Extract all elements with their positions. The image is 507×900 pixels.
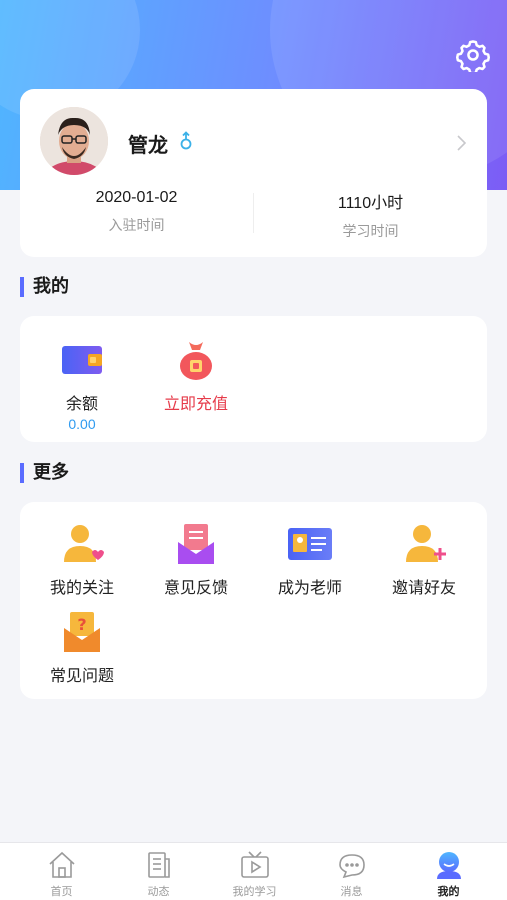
- avatar[interactable]: [40, 107, 108, 175]
- chevron-right-icon[interactable]: [454, 133, 468, 153]
- study-time-stat: 1110小时 学习时间: [254, 189, 487, 241]
- tab-home-label: 首页: [50, 885, 73, 898]
- male-gender-icon: [180, 131, 192, 150]
- tab-messages[interactable]: 消息: [301, 849, 402, 899]
- tab-feed-label: 动态: [147, 885, 170, 898]
- money-bag-icon: [180, 342, 212, 380]
- home-icon: [48, 851, 75, 878]
- recharge-label: 立即充值: [163, 394, 228, 413]
- more-card: 我的关注 意见反馈 成为老师 邀请好友 ? 常见问题: [20, 502, 487, 699]
- invite-friends-label: 邀请好友: [391, 578, 456, 597]
- balance-value: 0.00: [68, 416, 96, 432]
- tab-messages-label: 消息: [340, 885, 363, 898]
- chat-icon: [338, 854, 365, 879]
- join-date-stat: 2020-01-02 入驻时间: [20, 189, 253, 235]
- user-icon: [436, 852, 461, 879]
- invite-friends-tile[interactable]: 邀请好友: [366, 522, 482, 598]
- tv-play-icon: [240, 851, 269, 878]
- recharge-tile[interactable]: 立即充值: [138, 338, 254, 414]
- user-add-icon: [406, 525, 446, 562]
- document-icon: [147, 852, 170, 878]
- user-heart-icon: [64, 525, 104, 562]
- tab-mine-label: 我的: [437, 885, 460, 898]
- tab-mine[interactable]: 我的: [398, 849, 499, 899]
- section-title-more: 更多: [20, 463, 69, 483]
- mine-card: 余额 0.00 立即充值: [20, 316, 487, 442]
- faq-label: 常见问题: [49, 666, 114, 685]
- join-date-value: 2020-01-02: [95, 189, 178, 206]
- balance-tile[interactable]: 余额 0.00: [24, 338, 140, 432]
- id-card-icon: [288, 528, 332, 560]
- settings-gear-icon[interactable]: [456, 38, 490, 72]
- profile-card[interactable]: 管龙 2020-01-02 入驻时间 1110小时 学习时间: [20, 89, 487, 257]
- svg-text:?: ?: [77, 615, 86, 634]
- feedback-envelope-icon: [178, 524, 214, 564]
- bottom-tab-bar: 首页 动态 我的学习 消息 我的: [0, 842, 507, 900]
- wallet-icon: [62, 346, 102, 374]
- tab-home[interactable]: 首页: [11, 849, 112, 899]
- balance-label: 余额: [65, 394, 98, 413]
- tab-feed[interactable]: 动态: [108, 849, 209, 899]
- my-follows-label: 我的关注: [49, 578, 114, 597]
- user-name: 管龙: [128, 133, 168, 157]
- study-time-label: 学习时间: [342, 224, 399, 240]
- feedback-tile[interactable]: 意见反馈: [138, 522, 254, 598]
- question-envelope-icon: ?: [64, 612, 100, 652]
- my-follows-tile[interactable]: 我的关注: [24, 522, 140, 598]
- study-time-value: 1110小时: [337, 195, 404, 212]
- section-title-mine: 我的: [20, 277, 69, 297]
- faq-tile[interactable]: ? 常见问题: [24, 610, 140, 686]
- tab-my-study[interactable]: 我的学习: [204, 849, 305, 899]
- become-teacher-label: 成为老师: [277, 578, 342, 597]
- join-date-label: 入驻时间: [108, 218, 165, 234]
- tab-my-study-label: 我的学习: [232, 885, 277, 898]
- feedback-label: 意见反馈: [163, 578, 228, 597]
- become-teacher-tile[interactable]: 成为老师: [252, 522, 368, 598]
